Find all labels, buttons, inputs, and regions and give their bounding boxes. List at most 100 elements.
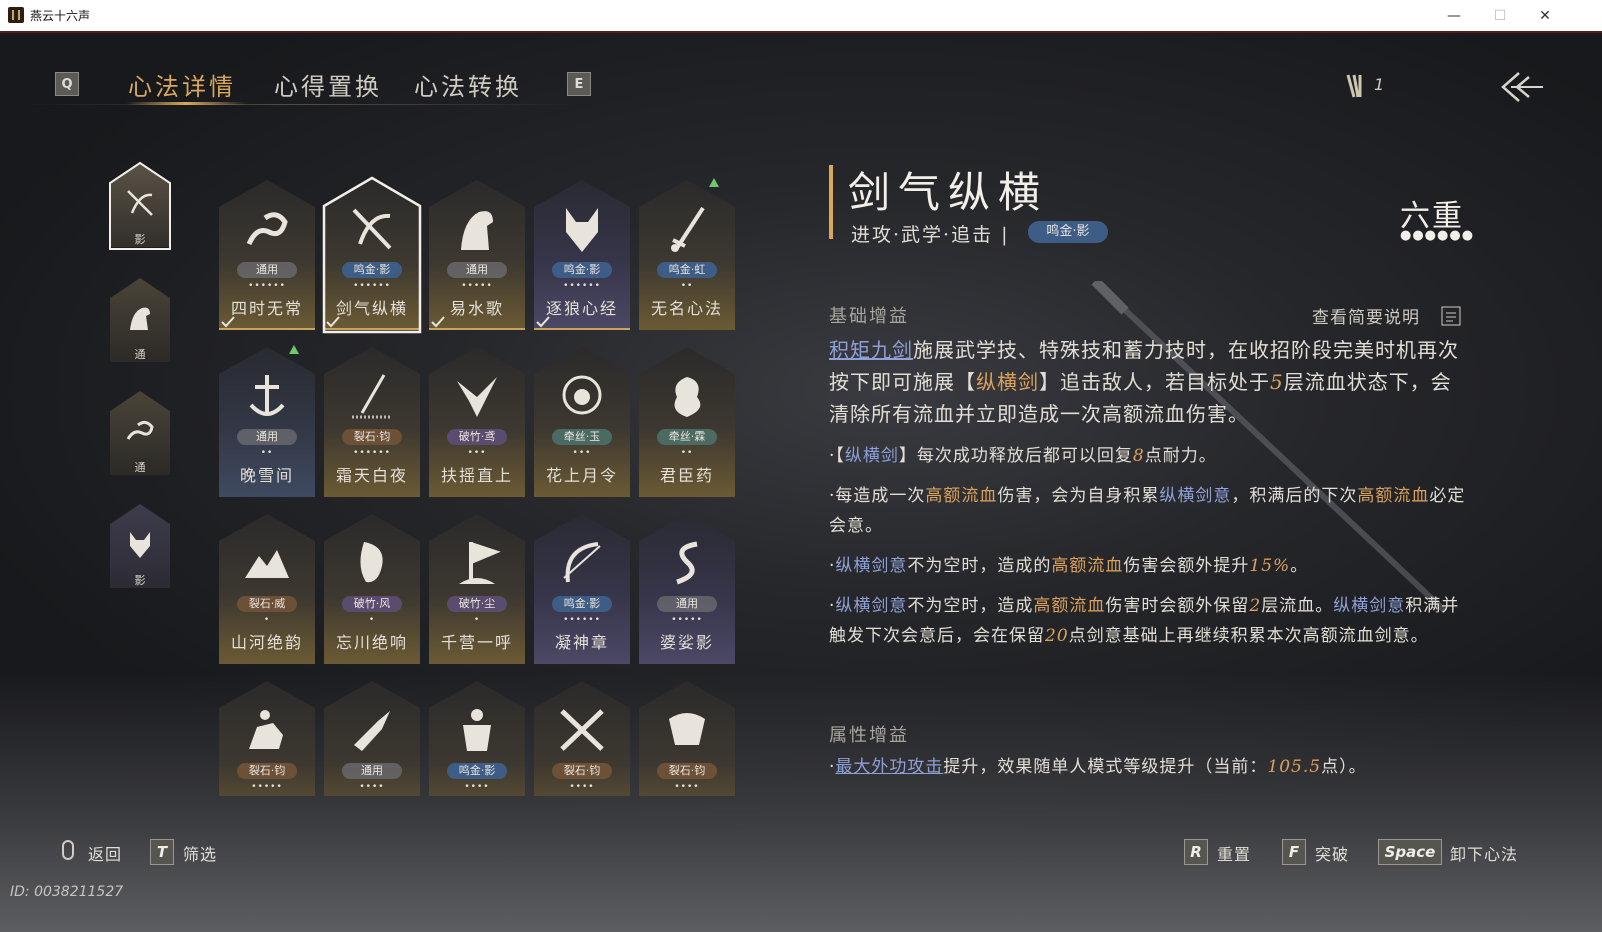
filter-hint[interactable]: 筛选	[183, 841, 217, 865]
card-rank-dots: ••	[260, 448, 274, 458]
xinfa-card[interactable]: 裂石·钧 ••••	[639, 681, 735, 796]
xinfa-card[interactable]: 通用 •• 晚雪间	[219, 347, 315, 497]
skill-link[interactable]: 积矩九剑	[829, 338, 913, 362]
xinfa-card[interactable]: 鸣金·影 ••••	[429, 681, 525, 796]
xinfa-card[interactable]: 鸣金·影 •••••• 凝神章	[534, 514, 630, 664]
equipped-underline	[219, 328, 315, 330]
number: 15%	[1249, 556, 1291, 576]
breakthrough-key[interactable]: F	[1282, 839, 1306, 865]
card-rank-dots: ••	[680, 448, 694, 458]
card-school-badge: 裂石·钧	[657, 763, 717, 779]
card-name: 晚雪间	[239, 466, 294, 485]
list-icon[interactable]	[1441, 306, 1461, 326]
detail-subtitle: 进攻·武学·追击 |	[851, 224, 1010, 246]
card-school-badge: 裂石·钧	[342, 429, 402, 445]
keyword-link[interactable]: 纵横剑意	[835, 596, 907, 616]
card-rank-dots: •	[473, 615, 481, 625]
reset-key[interactable]: R	[1184, 839, 1208, 865]
unequip-key[interactable]: Space	[1378, 839, 1442, 865]
text: 点）。	[1321, 757, 1367, 777]
card-school-badge: 牵丝·霖	[657, 429, 717, 445]
xinfa-card[interactable]: 裂石·钧 •••••• 霜天白夜	[324, 347, 420, 497]
attribute-bonus-line: ·最大外功攻击提升，效果随单人模式等级提升（当前：105.5点）。	[829, 752, 1469, 782]
xinfa-card[interactable]: 鸣金·虹 •• 无名心法	[639, 180, 735, 330]
brief-description-button[interactable]: 查看简要说明	[1312, 303, 1420, 328]
text: 提升，效果随单人模式等级提升（当前：	[943, 757, 1268, 777]
attribute-link[interactable]: 最大外功攻击	[835, 757, 943, 777]
equipped-check-icon	[431, 316, 445, 328]
minimize-button[interactable]: —	[1431, 0, 1477, 31]
basic-bonus-header: 基础增益	[829, 306, 909, 327]
card-school-badge: 破竹·鸢	[447, 429, 507, 445]
card-rank-dots: ••••••	[248, 281, 286, 291]
card-school-badge: 通用	[342, 763, 402, 779]
hand-bird-icon	[354, 711, 390, 751]
breakthrough-hint[interactable]: 突破	[1315, 841, 1349, 865]
xinfa-card[interactable]: 裂石·钧 •••••	[219, 681, 315, 796]
xinfa-card[interactable]: 破竹·尘 • 千营一呼	[429, 514, 525, 664]
close-button[interactable]: ✕	[1522, 0, 1568, 31]
basic-bonus-main: 积矩九剑施展武学技、特殊技和蓄力技时，在收招阶段完美时机再次按下即可施展【纵横剑…	[829, 334, 1469, 430]
card-name: 君臣药	[659, 466, 714, 485]
xinfa-card[interactable]: 通用 ••••• 易水歌	[429, 180, 525, 330]
dragon-cloud-icon	[246, 212, 288, 246]
xinfa-card[interactable]: 通用 ••••	[324, 681, 420, 796]
filter-key[interactable]: T	[150, 839, 174, 865]
keyword-link[interactable]: 纵横剑意	[1333, 596, 1405, 616]
number: 5	[1270, 370, 1284, 394]
xinfa-card[interactable]: 裂石·钧 ••••	[534, 681, 630, 796]
card-rank-dots: ••••	[464, 782, 490, 792]
crossed-weapons-icon	[560, 709, 604, 751]
card-rank-dots: •••	[572, 448, 592, 458]
xinfa-card[interactable]: 通用 •••••• 四时无常	[219, 180, 315, 330]
back-hint[interactable]: 返回	[88, 841, 122, 865]
keyword-link[interactable]: 纵横剑意	[1159, 486, 1231, 506]
text: 】每次成功释放后都可以回复	[898, 446, 1133, 466]
xinfa-card[interactable]: 裂石·威 • 山河绝韵	[219, 514, 315, 664]
xinfa-card[interactable]: 牵丝·霖 •• 君臣药	[639, 347, 735, 497]
highlight: 纵横剑	[976, 370, 1039, 394]
unequip-hint[interactable]: 卸下心法	[1450, 841, 1518, 865]
card-rank-dots: ••••	[359, 782, 385, 792]
flag-icon	[459, 542, 501, 584]
text: ·【	[829, 446, 845, 466]
bullet-3: ·纵横剑意不为空时，造成的高额流血伤害会额外提升15%。	[829, 551, 1469, 581]
player-id: ID: 0038211527	[10, 884, 124, 900]
card-rank-dots: •	[368, 615, 376, 625]
detail-school-badge: 鸣金·影	[1028, 221, 1108, 243]
xinfa-card[interactable]: 破竹·鸢 ••• 扶摇直上	[429, 347, 525, 497]
armor-icon	[463, 709, 491, 751]
text: 点耐力。	[1144, 446, 1217, 466]
xinfa-card[interactable]: 通用 ••••• 婆娑影	[639, 514, 735, 664]
upgrade-available-icon	[709, 178, 719, 187]
card-school-badge: 通用	[447, 262, 507, 278]
text: 】追击敌人，若目标处于	[1039, 370, 1270, 394]
back-arrow-icon[interactable]	[1497, 69, 1545, 105]
keyword-link[interactable]: 纵横剑	[845, 446, 899, 466]
xinfa-card[interactable]: 鸣金·影 •••••• 逐狼心经	[534, 180, 630, 330]
highlight: 高额流血	[1051, 556, 1124, 576]
card-rank-dots: •••••	[461, 281, 493, 291]
mouse-icon	[62, 840, 74, 860]
xinfa-card[interactable]: 破竹·风 • 忘川绝响	[324, 514, 420, 664]
reset-hint[interactable]: 重置	[1217, 841, 1251, 865]
card-school-badge: 通用	[657, 596, 717, 612]
bullet-2: ·每造成一次高额流血伤害，会为自身积累纵横剑意，积满后的下次高额流血必定会意。	[829, 481, 1469, 541]
keyword-link[interactable]: 纵横剑意	[835, 556, 907, 576]
card-name: 婆娑影	[659, 633, 714, 652]
currency-count: 1	[1374, 75, 1385, 94]
equipped-check-icon	[536, 316, 550, 328]
xinfa-card[interactable]: 牵丝·玉 ••• 花上月令	[534, 347, 630, 497]
text: 层流血。	[1261, 596, 1334, 616]
xinfa-card-grid: 通用 •••••• 四时无常 鸣金·影 •••••• 剑气纵横 通用 ••••• 易水歌 鸣金·影…	[0, 31, 760, 796]
card-name: 山河绝韵	[230, 633, 303, 652]
mountain-icon	[245, 550, 289, 578]
gourd-icon	[674, 377, 701, 417]
text: ，积满后的下次	[1231, 486, 1358, 506]
flower-moon-icon	[562, 375, 602, 415]
text: 伤害会额外提升	[1123, 556, 1250, 576]
number: 8	[1132, 446, 1145, 466]
maximize-button[interactable]: ☐	[1477, 0, 1523, 31]
xinfa-card[interactable]: 鸣金·影 •••••• 剑气纵横	[322, 176, 422, 334]
card-selection-frame	[322, 176, 422, 334]
